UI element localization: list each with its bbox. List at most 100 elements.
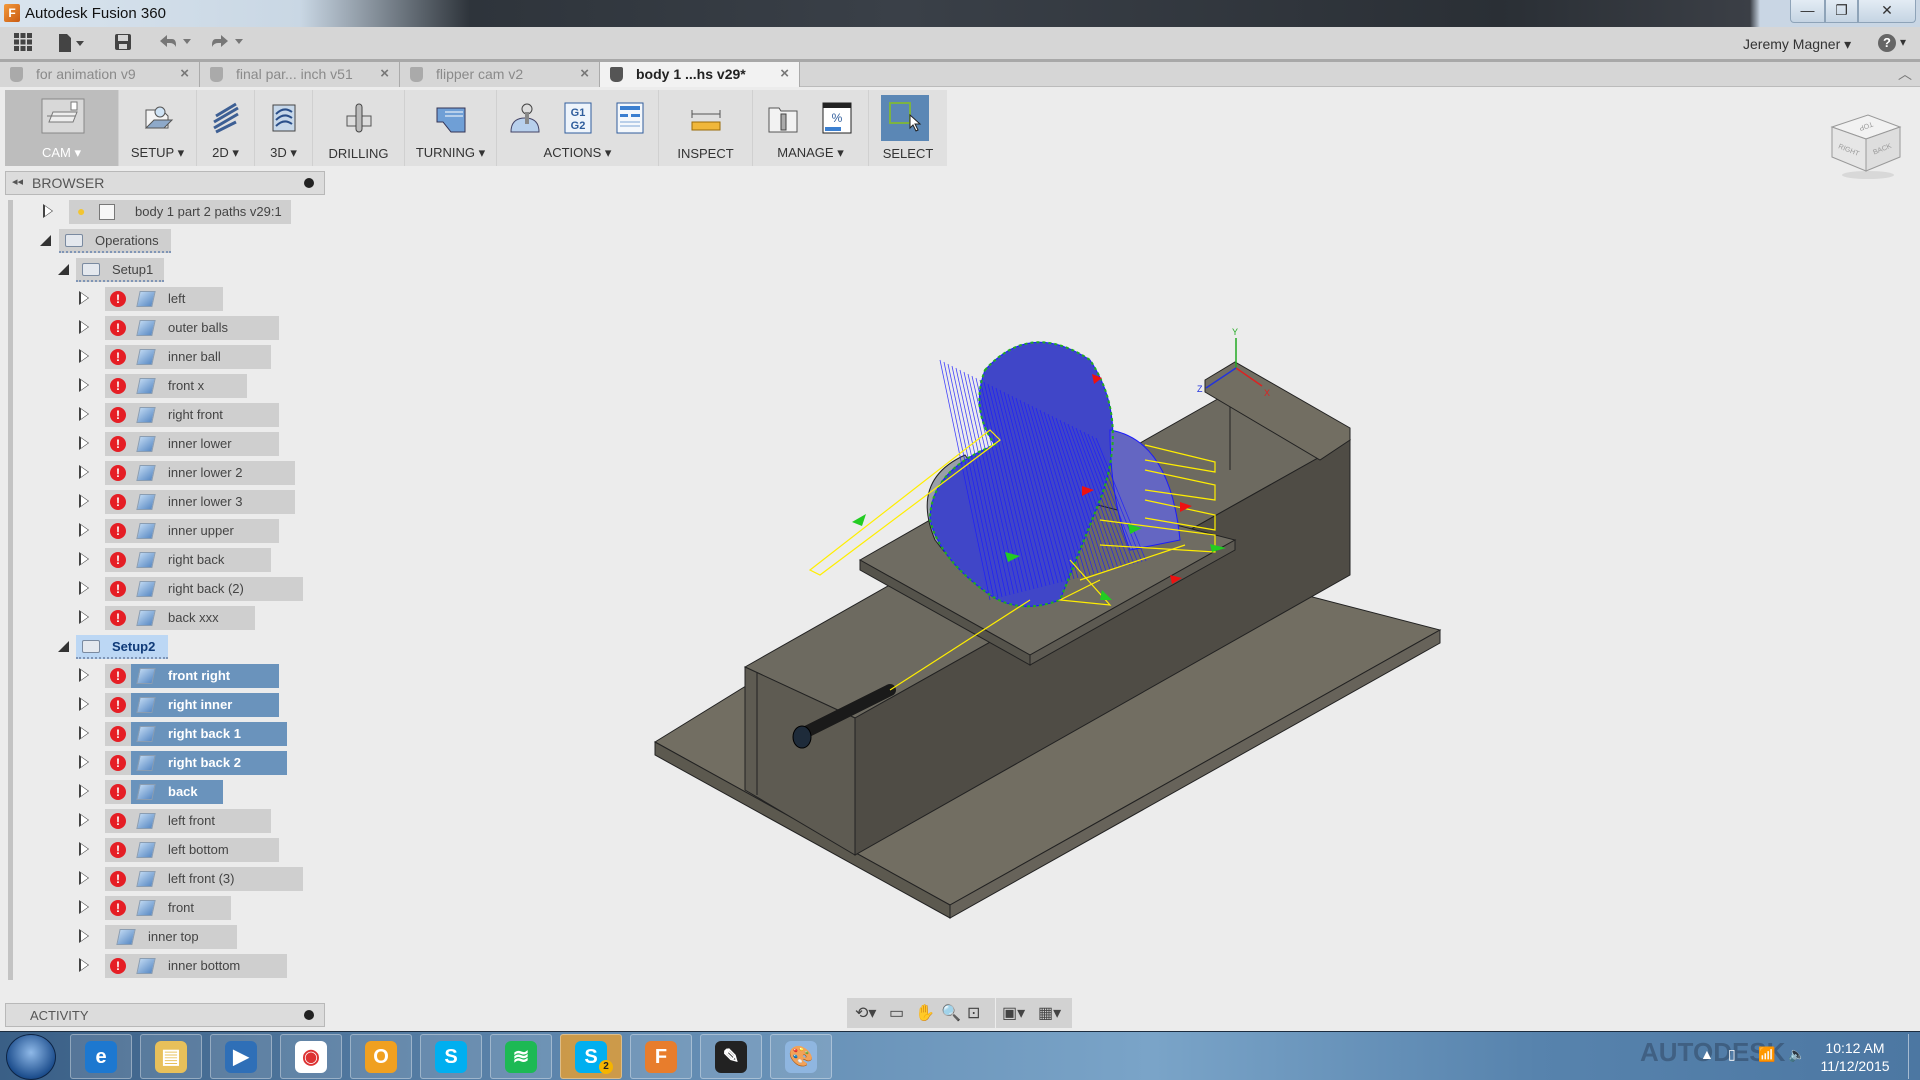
operation-pill[interactable]: ! left front: [105, 809, 271, 833]
inspect-button[interactable]: INSPECT: [659, 90, 753, 166]
user-account-menu[interactable]: Jeremy Magner ▾: [1743, 36, 1851, 53]
operation-row[interactable]: ! right back: [0, 548, 330, 572]
network-icon[interactable]: 📶: [1758, 1046, 1775, 1063]
operation-row[interactable]: ! right front: [0, 403, 330, 427]
maximize-button[interactable]: ❐: [1825, 0, 1858, 23]
operation-row[interactable]: ! inner upper: [0, 519, 330, 543]
browser-panel-header[interactable]: ◂◂ BROWSER: [5, 171, 325, 195]
operation-pill[interactable]: ! right back: [105, 548, 271, 572]
operation-row[interactable]: ! left front (3): [0, 867, 330, 891]
tree-root-component[interactable]: ● body 1 part 2 paths v29:1: [0, 200, 330, 224]
show-desktop-button[interactable]: [1908, 1034, 1920, 1079]
select-button[interactable]: SELECT: [869, 90, 947, 166]
operation-row[interactable]: ! inner lower: [0, 432, 330, 456]
collapse-browser-icon[interactable]: ◂◂: [12, 175, 23, 188]
volume-icon[interactable]: 🔈: [1788, 1046, 1805, 1063]
component-pill[interactable]: ● body 1 part 2 paths v29:1: [69, 200, 291, 224]
operation-pill[interactable]: ! inner lower 3: [105, 490, 295, 514]
close-tab-icon[interactable]: ×: [180, 62, 189, 86]
visibility-bulb-icon[interactable]: ●: [77, 203, 85, 219]
viewcube[interactable]: TOP RIGHT BACK: [1830, 105, 1902, 180]
collapse-ribbon-icon[interactable]: ︿: [1898, 64, 1912, 84]
taskbar-outlook[interactable]: O: [350, 1034, 412, 1079]
expand-icon[interactable]: [79, 552, 89, 566]
operation-row[interactable]: ! outer balls: [0, 316, 330, 340]
operation-row[interactable]: ! front x: [0, 374, 330, 398]
expand-icon[interactable]: [79, 378, 89, 392]
taskbar-fusion-360[interactable]: F: [630, 1034, 692, 1079]
look-at-icon[interactable]: ▭: [889, 1003, 904, 1023]
taskbar-spotify[interactable]: ≋: [490, 1034, 552, 1079]
manage-menu[interactable]: % MANAGE ▾: [753, 90, 869, 166]
operation-row[interactable]: ! back: [0, 780, 330, 804]
operation-pill[interactable]: ! right back 2: [105, 751, 287, 775]
operation-pill[interactable]: ! inner upper: [105, 519, 279, 543]
close-button[interactable]: ✕: [1858, 0, 1916, 23]
operation-row[interactable]: ! inner bottom: [0, 954, 330, 978]
taskbar-skype-2[interactable]: S2: [560, 1034, 622, 1079]
operation-row[interactable]: ! right back (2): [0, 577, 330, 601]
collapse-icon[interactable]: [58, 641, 69, 652]
taskbar-file-explorer[interactable]: ▤: [140, 1034, 202, 1079]
operation-pill[interactable]: ! right front: [105, 403, 279, 427]
expand-icon[interactable]: [79, 581, 89, 595]
operation-row[interactable]: ! front right: [0, 664, 330, 688]
fit-icon[interactable]: ⊡: [967, 1003, 980, 1023]
expand-icon[interactable]: [79, 929, 89, 943]
setup-menu[interactable]: SETUP ▾: [119, 90, 197, 166]
operation-pill[interactable]: ! back: [105, 780, 223, 804]
expand-icon[interactable]: [79, 726, 89, 740]
operation-pill[interactable]: ! front x: [105, 374, 247, 398]
expand-icon[interactable]: [79, 436, 89, 450]
operation-row[interactable]: ! left: [0, 287, 330, 311]
operation-row[interactable]: ! inner ball: [0, 345, 330, 369]
tab-body-1[interactable]: body 1 ...hs v29* ×: [600, 62, 800, 87]
taskbar-paint[interactable]: 🎨: [770, 1034, 832, 1079]
operation-row[interactable]: inner top: [0, 925, 330, 949]
setup-row[interactable]: Setup1: [0, 258, 330, 282]
pin-icon[interactable]: [304, 178, 314, 188]
expand-icon[interactable]: [79, 465, 89, 479]
operation-row[interactable]: ! front: [0, 896, 330, 920]
expand-icon[interactable]: [79, 755, 89, 769]
expand-icon[interactable]: [79, 900, 89, 914]
operation-pill[interactable]: ! outer balls: [105, 316, 279, 340]
operation-pill[interactable]: ! inner ball: [105, 345, 271, 369]
expand-icon[interactable]: [79, 871, 89, 885]
expand-icon[interactable]: [79, 320, 89, 334]
close-tab-icon[interactable]: ×: [780, 62, 789, 86]
expand-icon[interactable]: [79, 523, 89, 537]
operations-pill[interactable]: Operations: [59, 229, 171, 253]
expand-icon[interactable]: [79, 291, 89, 305]
operation-row[interactable]: ! inner lower 2: [0, 461, 330, 485]
show-hidden-icons[interactable]: ▲: [1700, 1046, 1714, 1062]
apps-grid-icon[interactable]: [14, 33, 32, 55]
turning-menu[interactable]: TURNING ▾: [405, 90, 497, 166]
expand-icon[interactable]: [43, 204, 53, 218]
operation-pill[interactable]: ! left front (3): [105, 867, 303, 891]
tab-flipper-cam[interactable]: flipper cam v2 ×: [400, 62, 600, 87]
system-clock[interactable]: 10:12 AM 11/12/2015: [1805, 1039, 1905, 1075]
operation-pill[interactable]: ! right back 1: [105, 722, 287, 746]
operation-row[interactable]: ! left front: [0, 809, 330, 833]
operation-pill[interactable]: ! inner lower: [105, 432, 279, 456]
close-tab-icon[interactable]: ×: [380, 62, 389, 86]
orbit-icon[interactable]: ⟲▾: [855, 1003, 876, 1023]
operation-pill[interactable]: ! left bottom: [105, 838, 279, 862]
pan-icon[interactable]: ✋: [915, 1003, 935, 1023]
operation-pill[interactable]: inner top: [105, 925, 237, 949]
activity-panel-header[interactable]: ACTIVITY: [5, 1003, 325, 1027]
help-icon[interactable]: ?: [1878, 34, 1896, 52]
drilling-button[interactable]: DRILLING: [313, 90, 405, 166]
expand-icon[interactable]: [79, 958, 89, 972]
grid-icon[interactable]: ▦▾: [1038, 1003, 1061, 1023]
operation-row[interactable]: ! left bottom: [0, 838, 330, 862]
minimize-button[interactable]: —: [1790, 0, 1825, 23]
setup-pill[interactable]: Setup1: [76, 258, 164, 282]
tab-final-part[interactable]: final par... inch v51 ×: [200, 62, 400, 87]
battery-icon[interactable]: ▯: [1728, 1046, 1736, 1063]
expand-icon[interactable]: [79, 813, 89, 827]
operation-row[interactable]: ! back xxx: [0, 606, 330, 630]
expand-icon[interactable]: [79, 494, 89, 508]
workspace-switcher[interactable]: CAM ▾: [5, 90, 119, 166]
